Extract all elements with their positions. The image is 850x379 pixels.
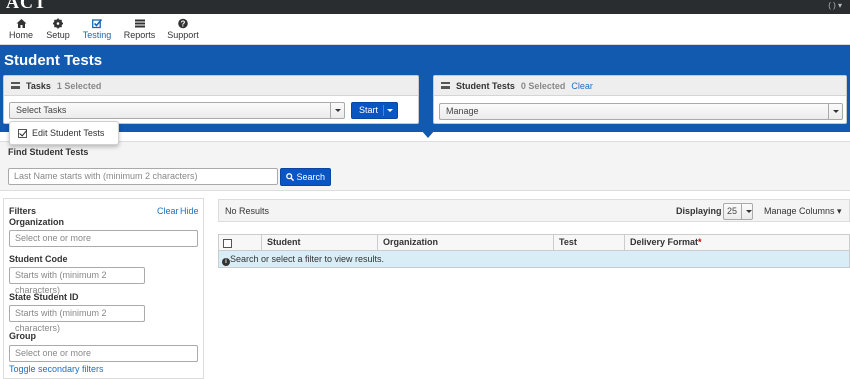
page-size-value: 25 [727, 206, 738, 216]
state-student-id-label: State Student ID [9, 292, 79, 302]
user-menu[interactable]: ( ) ▾ [828, 1, 842, 10]
filters-clear-link[interactable]: Clear [157, 206, 179, 216]
nav-testing[interactable]: Testing [82, 18, 112, 40]
search-button[interactable]: Search [280, 168, 331, 186]
home-icon [16, 19, 26, 28]
select-all-checkbox[interactable] [223, 239, 232, 248]
empty-results-message: i Search or select a filter to view resul… [219, 251, 849, 267]
filters-hide-link[interactable]: Hide [180, 206, 199, 216]
student-code-label: Student Code [9, 254, 68, 264]
list-icon [11, 82, 20, 89]
act-logo[interactable]: ACT [6, 0, 47, 13]
gear-icon [53, 18, 63, 29]
nav-reports[interactable]: Reports [123, 18, 156, 40]
nav-setup[interactable]: Setup [45, 18, 71, 40]
results-status: No Results [225, 206, 270, 216]
start-button[interactable]: Start [351, 102, 398, 119]
main-nav: Home Setup Testing Reports ? Support [0, 14, 850, 45]
list-icon [441, 82, 450, 89]
tasks-title: Tasks [26, 80, 51, 91]
column-header-test[interactable]: Test [553, 235, 625, 250]
report-icon [134, 19, 145, 28]
nav-setup-label: Setup [46, 30, 70, 40]
group-input[interactable]: Select one or more [9, 345, 198, 362]
nav-home[interactable]: Home [9, 18, 33, 40]
chevron-down-icon [828, 104, 842, 119]
required-mark: * [698, 237, 702, 247]
toggle-secondary-filters-link[interactable]: Toggle secondary filters [9, 364, 104, 374]
info-icon: i [222, 258, 230, 266]
group-label: Group [9, 331, 36, 341]
nav-reports-label: Reports [123, 30, 156, 40]
nav-support[interactable]: ? Support [167, 18, 199, 40]
search-icon [286, 173, 295, 182]
organization-label: Organization [9, 217, 65, 227]
band-pointer [421, 130, 435, 138]
top-bar: ACT ( ) ▾ [0, 0, 850, 14]
student-code-input[interactable]: Starts with (minimum 2 characters) [9, 267, 145, 295]
student-tests-title: Student Tests [456, 80, 515, 91]
page-size-select[interactable]: 25 [723, 203, 753, 220]
tasks-dropdown-menu: Edit Student Tests [9, 121, 119, 145]
find-title: Find Student Tests [8, 147, 89, 157]
tasks-selected-count: 1 Selected [56, 80, 102, 91]
student-tests-panel: Student Tests 0 Selected Clear Manage [433, 75, 847, 124]
tasks-panel-header: Tasks 1 Selected [4, 76, 418, 96]
last-name-search-input[interactable]: Last Name starts with (minimum 2 charact… [8, 168, 278, 185]
student-tests-panel-header: Student Tests 0 Selected Clear [434, 76, 846, 96]
manage-columns-label: Manage Columns [764, 206, 835, 216]
column-header-delivery-format[interactable]: Delivery Format* [624, 235, 849, 250]
select-tasks-dropdown[interactable]: Select Tasks [9, 102, 345, 119]
button-divider [383, 105, 384, 116]
edit-student-tests-label[interactable]: Edit Student Tests [32, 128, 104, 138]
manage-columns-dropdown[interactable]: Manage Columns ▾ [764, 206, 842, 217]
nav-home-label: Home [9, 30, 34, 40]
start-button-label: Start [359, 105, 379, 115]
filters-title: Filters [9, 206, 37, 216]
column-header-student[interactable]: Student [261, 235, 377, 250]
results-toolbar: No Results Displaying 25 Manage Columns … [218, 199, 850, 222]
chevron-down-icon [330, 103, 344, 118]
chevron-down-icon [741, 204, 752, 219]
displaying-label: Displaying [676, 206, 722, 216]
empty-results-text: Search or select a filter to view result… [230, 254, 385, 264]
edit-student-tests-checkbox[interactable] [18, 128, 27, 138]
column-header-organization[interactable]: Organization [377, 235, 554, 250]
manage-dropdown[interactable]: Manage [439, 103, 843, 120]
nav-testing-label: Testing [82, 30, 112, 40]
checkbox-icon [92, 18, 102, 29]
select-tasks-value: Select Tasks [16, 105, 67, 115]
organization-input[interactable]: Select one or more [9, 230, 198, 247]
student-tests-selected-count: 0 Selected [520, 80, 566, 91]
help-icon: ? [178, 18, 188, 29]
page-title: Student Tests [4, 52, 103, 69]
results-table: Student Organization Test Delivery Forma… [218, 234, 850, 268]
caret-down-icon[interactable] [387, 109, 393, 112]
tasks-panel: Tasks 1 Selected Select Tasks Start [3, 75, 419, 124]
delivery-format-label: Delivery Format [630, 237, 699, 247]
svg-text:?: ? [181, 20, 186, 29]
clear-selection-link[interactable]: Clear [571, 81, 593, 91]
manage-value: Manage [446, 106, 479, 116]
search-button-label: Search [296, 172, 326, 182]
state-student-id-input[interactable]: Starts with (minimum 2 characters) [9, 305, 145, 333]
nav-support-label: Support [167, 30, 199, 40]
table-header: Student Organization Test Delivery Forma… [219, 235, 849, 251]
